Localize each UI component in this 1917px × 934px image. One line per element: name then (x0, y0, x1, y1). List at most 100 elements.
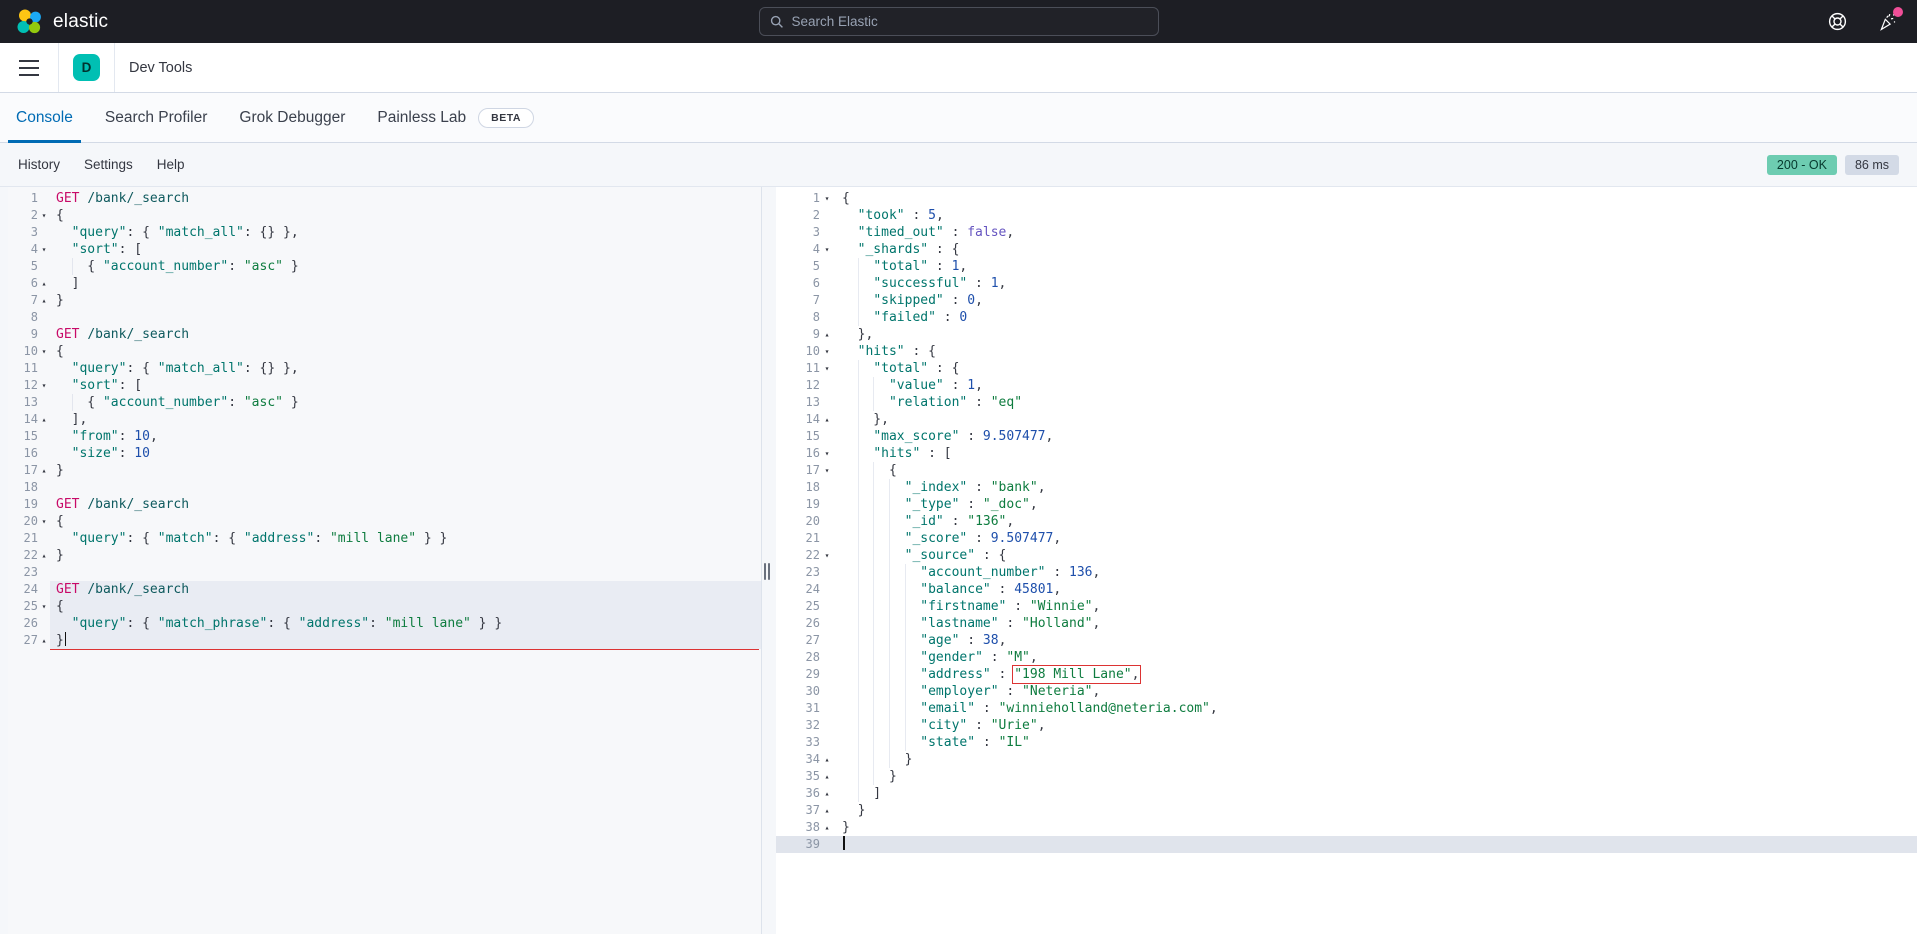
code-line[interactable]: 16 "size": 10 (8, 445, 761, 462)
code-line[interactable]: 20 "_id" : "136", (776, 513, 1917, 530)
code-content[interactable]: "skipped" : 0, (834, 292, 1917, 309)
code-line[interactable]: 2 "took" : 5, (776, 207, 1917, 224)
code-content[interactable]: "sort": [ (50, 377, 761, 394)
code-content[interactable]: } (50, 632, 761, 649)
code-content[interactable]: { (834, 462, 1917, 479)
elastic-brand[interactable]: elastic (16, 8, 108, 35)
code-content[interactable]: "query": { "match_phrase": { "address": … (50, 615, 761, 632)
fold-toggle-icon[interactable]: ▴ (38, 632, 50, 649)
code-line[interactable]: 12 "value" : 1, (776, 377, 1917, 394)
code-line[interactable]: 10▾{ (8, 343, 761, 360)
fold-toggle-icon[interactable]: ▴ (38, 292, 50, 309)
code-content[interactable]: "state" : "IL" (834, 734, 1917, 751)
code-content[interactable]: { (834, 190, 1917, 207)
fold-toggle-icon[interactable]: ▴ (820, 819, 834, 836)
code-line[interactable]: 5 { "account_number": "asc" } (8, 258, 761, 275)
fold-toggle-icon[interactable]: ▴ (820, 751, 834, 768)
code-line[interactable]: 19 "_type" : "_doc", (776, 496, 1917, 513)
code-content[interactable]: "address" : "198 Mill Lane", (834, 666, 1917, 683)
code-line[interactable]: 35▴ } (776, 768, 1917, 785)
code-line[interactable]: 2▾{ (8, 207, 761, 224)
code-line[interactable]: 37▴ } (776, 802, 1917, 819)
code-line[interactable]: 22▴} (8, 547, 761, 564)
code-content[interactable]: "city" : "Urie", (834, 717, 1917, 734)
fold-toggle-icon[interactable]: ▾ (820, 445, 834, 462)
code-line[interactable]: 15 "from": 10, (8, 428, 761, 445)
code-line[interactable]: 6 "successful" : 1, (776, 275, 1917, 292)
code-line[interactable]: 16▾ "hits" : [ (776, 445, 1917, 462)
code-content[interactable]: { (50, 343, 761, 360)
code-content[interactable]: "value" : 1, (834, 377, 1917, 394)
help-button[interactable] (1823, 8, 1851, 36)
code-content[interactable]: } (834, 819, 1917, 836)
code-content[interactable]: "total" : 1, (834, 258, 1917, 275)
code-content[interactable]: "account_number" : 136, (834, 564, 1917, 581)
code-line[interactable]: 18 "_index" : "bank", (776, 479, 1917, 496)
code-content[interactable]: GET /bank/_search (50, 326, 761, 343)
code-line[interactable]: 33 "state" : "IL" (776, 734, 1917, 751)
code-content[interactable]: "_source" : { (834, 547, 1917, 564)
fold-toggle-icon[interactable]: ▾ (820, 360, 834, 377)
code-line[interactable]: 36▴ ] (776, 785, 1917, 802)
code-content[interactable]: } (50, 462, 761, 479)
code-content[interactable]: "hits" : { (834, 343, 1917, 360)
code-line[interactable]: 23 "account_number" : 136, (776, 564, 1917, 581)
code-content[interactable]: "successful" : 1, (834, 275, 1917, 292)
space-avatar[interactable]: D (73, 54, 100, 81)
code-content[interactable]: }, (834, 411, 1917, 428)
code-line[interactable]: 11 "query": { "match_all": {} }, (8, 360, 761, 377)
code-line[interactable]: 3 "timed_out" : false, (776, 224, 1917, 241)
code-content[interactable]: GET /bank/_search (50, 190, 761, 207)
code-content[interactable]: "took" : 5, (834, 207, 1917, 224)
code-content[interactable]: { "account_number": "asc" } (50, 394, 761, 411)
response-viewer[interactable]: 1▾{2 "took" : 5,3 "timed_out" : false,4▾… (776, 187, 1917, 934)
request-editor[interactable]: 1GET /bank/_search2▾{3 "query": { "match… (8, 187, 762, 934)
code-line[interactable]: 15 "max_score" : 9.507477, (776, 428, 1917, 445)
code-line[interactable]: 9GET /bank/_search (8, 326, 761, 343)
code-content[interactable]: } (50, 547, 761, 564)
code-line[interactable]: 28 "gender" : "M", (776, 649, 1917, 666)
global-search[interactable] (759, 7, 1159, 36)
code-line[interactable]: 9▴ }, (776, 326, 1917, 343)
code-content[interactable]: "_id" : "136", (834, 513, 1917, 530)
toolbar-link-help[interactable]: Help (157, 157, 185, 172)
code-line[interactable]: 19GET /bank/_search (8, 496, 761, 513)
fold-toggle-icon[interactable]: ▴ (820, 802, 834, 819)
fold-toggle-icon[interactable]: ▴ (38, 462, 50, 479)
code-line[interactable]: 17▴} (8, 462, 761, 479)
fold-toggle-icon[interactable]: ▾ (38, 343, 50, 360)
code-content[interactable]: ] (834, 785, 1917, 802)
code-line[interactable]: 22▾ "_source" : { (776, 547, 1917, 564)
fold-toggle-icon[interactable]: ▴ (820, 326, 834, 343)
fold-toggle-icon[interactable]: ▾ (38, 207, 50, 224)
code-content[interactable]: } (834, 768, 1917, 785)
code-content[interactable]: "failed" : 0 (834, 309, 1917, 326)
toolbar-link-history[interactable]: History (18, 157, 60, 172)
code-line[interactable]: 26 "query": { "match_phrase": { "address… (8, 615, 761, 632)
code-content[interactable]: "gender" : "M", (834, 649, 1917, 666)
fold-toggle-icon[interactable]: ▴ (38, 275, 50, 292)
code-line[interactable]: 38▴} (776, 819, 1917, 836)
code-content[interactable]: "_shards" : { (834, 241, 1917, 258)
code-content[interactable]: GET /bank/_search (50, 496, 761, 513)
code-content[interactable]: { (50, 598, 761, 615)
code-line[interactable]: 29 "address" : "198 Mill Lane", (776, 666, 1917, 683)
code-line[interactable]: 3 "query": { "match_all": {} }, (8, 224, 761, 241)
code-content[interactable]: "_score" : 9.507477, (834, 530, 1917, 547)
fold-toggle-icon[interactable]: ▾ (38, 598, 50, 615)
code-content[interactable] (50, 564, 761, 581)
search-input[interactable] (792, 14, 1148, 29)
whats-new-button[interactable] (1873, 8, 1901, 36)
code-line[interactable]: 26 "lastname" : "Holland", (776, 615, 1917, 632)
code-content[interactable]: "from": 10, (50, 428, 761, 445)
code-content[interactable]: "query": { "match": { "address": "mill l… (50, 530, 761, 547)
fold-toggle-icon[interactable]: ▾ (820, 547, 834, 564)
code-content[interactable]: "email" : "winnieholland@neteria.com", (834, 700, 1917, 717)
code-content[interactable]: "_index" : "bank", (834, 479, 1917, 496)
code-line[interactable]: 13 { "account_number": "asc" } (8, 394, 761, 411)
code-content[interactable]: "query": { "match_all": {} }, (50, 360, 761, 377)
code-content[interactable]: } (834, 751, 1917, 768)
code-content[interactable] (834, 836, 1917, 853)
code-line[interactable]: 4▾ "_shards" : { (776, 241, 1917, 258)
code-line[interactable]: 27 "age" : 38, (776, 632, 1917, 649)
